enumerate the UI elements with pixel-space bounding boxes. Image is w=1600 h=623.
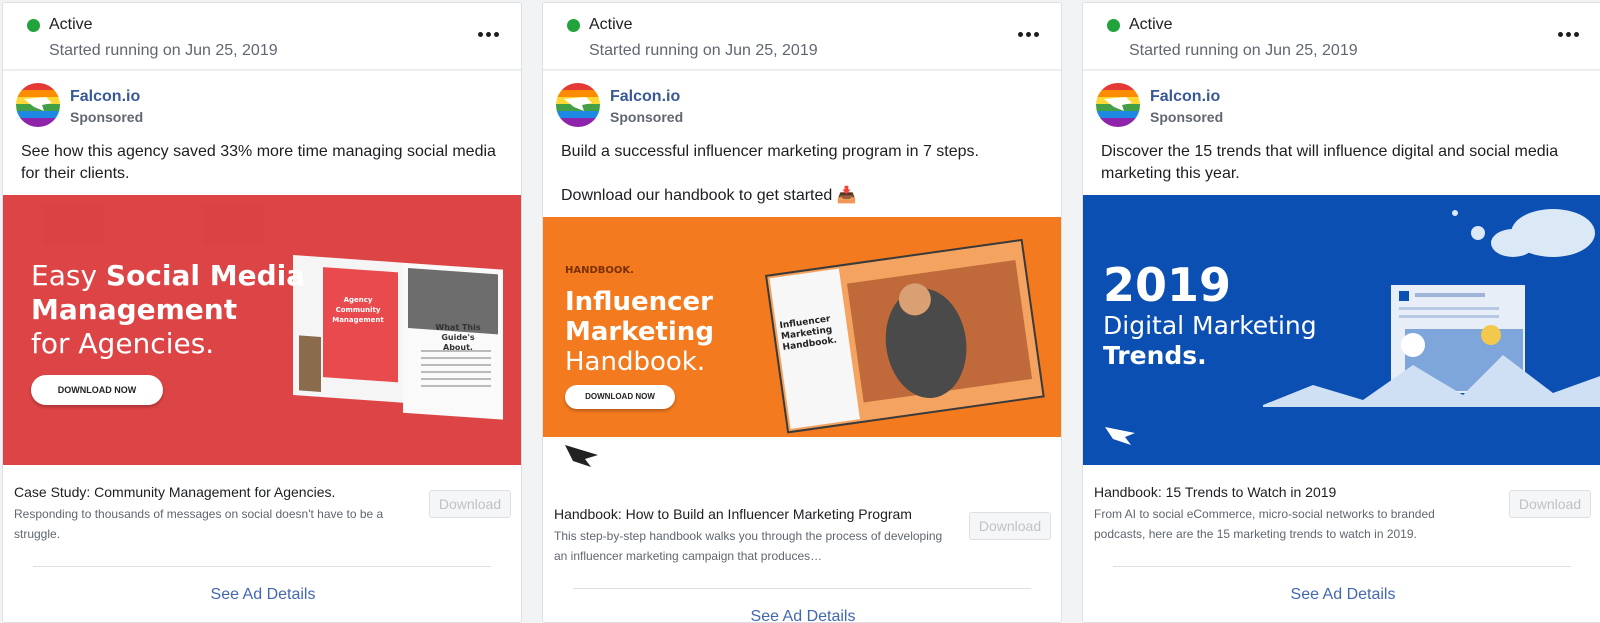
book-cover-text: Agency Community: [335, 296, 381, 314]
download-button[interactable]: Download: [1509, 490, 1591, 518]
divider: [573, 588, 1031, 589]
ad-status-bar: Active Started running on Jun 25, 2019: [3, 3, 521, 71]
link-headline: Handbook: 15 Trends to Watch in 2019: [1094, 484, 1337, 500]
divider: [33, 566, 491, 567]
started-date: Started running on Jun 25, 2019: [49, 42, 278, 59]
creative-eyebrow: HANDBOOK.: [565, 265, 634, 276]
ad-link-section[interactable]: Handbook: How to Build an Influencer Mar…: [543, 500, 1061, 578]
active-status-dot: [567, 19, 580, 32]
page-avatar[interactable]: [16, 83, 60, 127]
more-icon[interactable]: [1017, 29, 1041, 39]
ad-text-paragraph: See how this agency saved 33% more time …: [21, 143, 496, 182]
creative-headline-line3: Handbook.: [565, 347, 706, 377]
creative-headline-line1: 2019: [1103, 258, 1232, 312]
creative-headline-line3: Trends.: [1103, 341, 1207, 370]
ad-card-grid: Active Started running on Jun 25, 2019 F…: [0, 0, 1600, 623]
sponsored-label: Sponsored: [70, 109, 144, 125]
download-button[interactable]: Download: [969, 512, 1051, 540]
creative-headline-line2: Management: [31, 293, 238, 326]
ad-creative-image[interactable]: HANDBOOK. Influencer Marketing Handbook.…: [543, 217, 1061, 485]
creative-headline-line2: Digital Marketing: [1103, 311, 1317, 340]
link-description: This step-by-step handbook walks you thr…: [554, 529, 943, 563]
ad-header: Falcon.io Sponsored: [543, 71, 1061, 127]
page-name-link[interactable]: Falcon.io: [70, 88, 140, 106]
status-label: Active: [49, 16, 93, 33]
sponsored-label: Sponsored: [1150, 109, 1224, 125]
ad-primary-text: See how this agency saved 33% more time …: [3, 127, 521, 185]
more-icon[interactable]: [1557, 29, 1581, 39]
book-page-title: What This Guide's About.: [435, 323, 481, 352]
creative-headline-line2: Marketing: [565, 317, 714, 347]
see-ad-details-link[interactable]: See Ad Details: [543, 608, 1061, 622]
see-ad-details-link[interactable]: See Ad Details: [1083, 586, 1600, 604]
ad-creative-image[interactable]: 2019 Digital Marketing Trends.: [1083, 195, 1600, 465]
more-icon[interactable]: [477, 29, 501, 39]
ad-primary-text: Build a successful influencer marketing …: [543, 127, 1061, 207]
ad-header: Falcon.io Sponsored: [3, 71, 521, 127]
active-status-dot: [27, 19, 40, 32]
page-name-link[interactable]: Falcon.io: [1150, 88, 1220, 106]
ad-primary-text: Discover the 15 trends that will influen…: [1083, 127, 1600, 185]
started-date: Started running on Jun 25, 2019: [589, 42, 818, 59]
ad-header: Falcon.io Sponsored: [1083, 71, 1600, 127]
creative-headline-line1: Easy: [31, 259, 106, 292]
ad-card: Active Started running on Jun 25, 2019 F…: [2, 2, 522, 623]
see-ad-details-link[interactable]: See Ad Details: [3, 586, 521, 604]
ad-link-section[interactable]: Handbook: 15 Trends to Watch in 2019 Fro…: [1083, 478, 1600, 556]
divider: [1113, 566, 1571, 567]
link-headline: Case Study: Community Management for Age…: [14, 484, 336, 500]
status-label: Active: [1129, 16, 1173, 33]
link-description: From AI to social eCommerce, micro-socia…: [1094, 507, 1435, 541]
page-name-link[interactable]: Falcon.io: [610, 88, 680, 106]
creative-download-now-button[interactable]: DOWNLOAD NOW: [31, 375, 163, 405]
ad-link-section[interactable]: Case Study: Community Management for Age…: [3, 478, 521, 556]
ad-card: Active Started running on Jun 25, 2019 F…: [542, 2, 1062, 623]
ad-text-paragraph: Download our handbook to get started 📥: [561, 187, 857, 204]
ad-status-bar: Active Started running on Jun 25, 2019: [1083, 3, 1600, 71]
sponsored-label: Sponsored: [610, 109, 684, 125]
started-date: Started running on Jun 25, 2019: [1129, 42, 1358, 59]
active-status-dot: [1107, 19, 1120, 32]
creative-headline-line1: Influencer: [565, 287, 713, 317]
download-button[interactable]: Download: [429, 490, 511, 518]
page-avatar[interactable]: [556, 83, 600, 127]
link-headline: Handbook: How to Build an Influencer Mar…: [554, 506, 912, 522]
creative-headline-line3: for Agencies.: [31, 327, 215, 360]
creative-download-now-button[interactable]: DOWNLOAD NOW: [565, 385, 675, 409]
status-label: Active: [589, 16, 633, 33]
ad-text-paragraph: Discover the 15 trends that will influen…: [1101, 143, 1559, 182]
ad-card: Active Started running on Jun 25, 2019 F…: [1082, 2, 1600, 623]
ad-text-paragraph: Build a successful influencer marketing …: [561, 143, 979, 160]
ad-creative-image[interactable]: Easy Social Media Management for Agencie…: [3, 195, 521, 465]
ad-status-bar: Active Started running on Jun 25, 2019: [543, 3, 1061, 71]
book-cover-text: Management: [332, 316, 384, 324]
link-description: Responding to thousands of messages on s…: [14, 507, 384, 541]
page-avatar[interactable]: [1096, 83, 1140, 127]
creative-headline-bold: Social Media: [105, 259, 306, 292]
